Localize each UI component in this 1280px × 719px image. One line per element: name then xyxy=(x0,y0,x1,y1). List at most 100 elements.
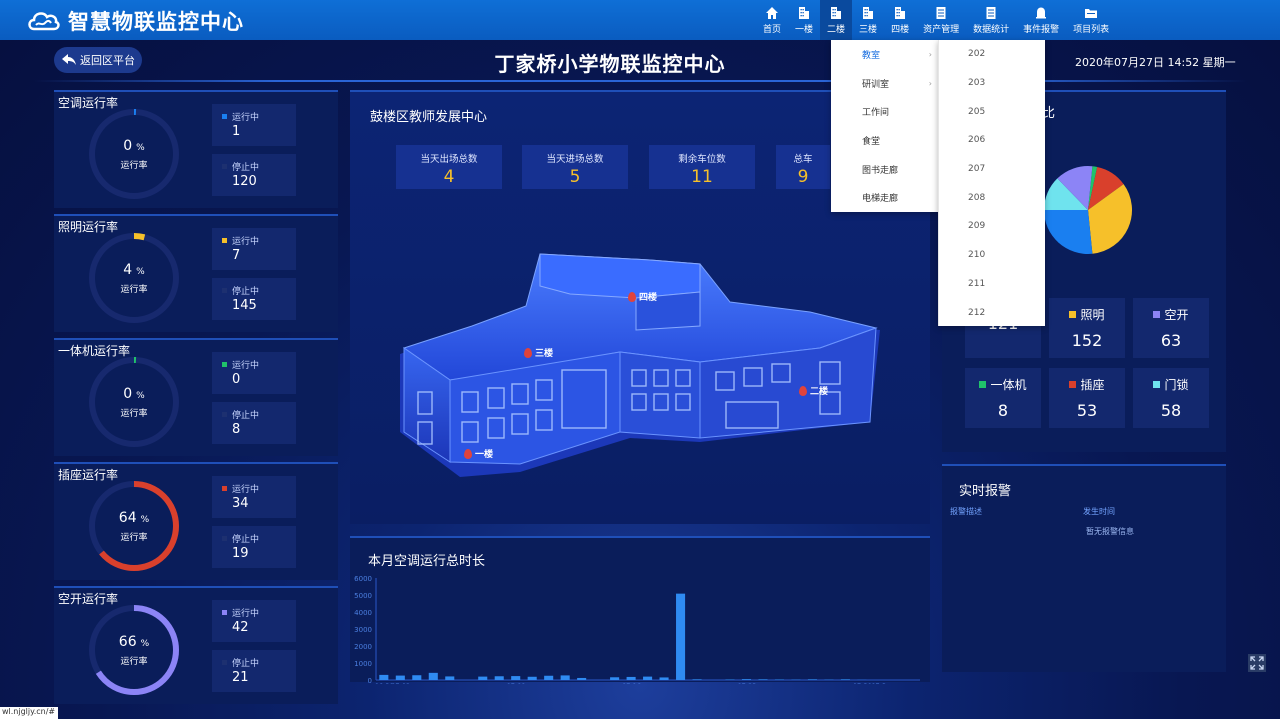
stopped-count: 19 xyxy=(232,546,249,561)
bar[interactable] xyxy=(692,679,702,680)
nav-item-1[interactable]: 一楼 xyxy=(788,0,820,40)
dropdown-item-4[interactable]: 图书走廊 xyxy=(831,155,938,184)
runtime-rate-ring xyxy=(89,233,179,323)
running-dot xyxy=(222,114,227,119)
stopped-count: 8 xyxy=(232,422,241,437)
bar[interactable] xyxy=(494,676,504,680)
datetime: 2020年07月27日 14:52 星期一 xyxy=(1075,56,1236,69)
map-pin-icon xyxy=(799,385,807,396)
bell-icon xyxy=(1036,7,1047,18)
nav-item-5[interactable]: 资产管理 xyxy=(916,0,966,40)
submenu-room-6[interactable]: 209 xyxy=(939,212,1045,241)
bar[interactable] xyxy=(478,676,488,680)
dropdown-item-5[interactable]: 电梯走廊 xyxy=(831,183,938,212)
bar[interactable] xyxy=(527,676,537,680)
x-tick-date: 07-23 xyxy=(737,682,756,684)
running-label: 运行中 xyxy=(232,485,260,495)
bar[interactable] xyxy=(610,677,620,680)
floor-marker-2[interactable]: 二楼 xyxy=(799,384,828,397)
bar[interactable] xyxy=(659,677,669,680)
bar[interactable] xyxy=(445,676,455,680)
dropdown-item-3[interactable]: 食堂 xyxy=(831,126,938,155)
bar[interactable] xyxy=(626,676,636,680)
floor-marker-4[interactable]: 四楼 xyxy=(628,290,657,303)
pie-slice[interactable] xyxy=(1044,210,1093,254)
runtime-rate-ring xyxy=(89,481,179,571)
dropdown-item-0[interactable]: 教室 › xyxy=(831,40,938,69)
stopped-label: 停止中 xyxy=(232,659,260,669)
running-label: 运行中 xyxy=(232,113,260,123)
bar[interactable] xyxy=(379,674,389,680)
nav-item-7[interactable]: 事件报警 xyxy=(1016,0,1066,40)
fullscreen-icon[interactable] xyxy=(1248,654,1266,672)
building-3d-model[interactable] xyxy=(400,242,880,482)
submenu-room-3[interactable]: 206 xyxy=(939,126,1045,155)
nav-item-label: 资产管理 xyxy=(923,24,960,35)
submenu-room-4[interactable]: 207 xyxy=(939,155,1045,184)
bar[interactable] xyxy=(544,675,554,680)
classroom-submenu: 202 203 205 206 207 208 209 210 211 212 xyxy=(938,40,1045,326)
runtime-panel-0: 空调运行率 0% 运行率 运行中 1 停止中 120 xyxy=(54,90,338,208)
bar[interactable] xyxy=(511,676,521,680)
stopped-dot xyxy=(222,412,227,417)
floor-marker-1[interactable]: 一楼 xyxy=(464,447,493,460)
runtime-rate-value: 0% xyxy=(123,138,145,154)
runtime-rate-label: 运行率 xyxy=(120,161,148,171)
nav-item-3[interactable]: 三楼 xyxy=(852,0,884,40)
bar[interactable] xyxy=(840,679,850,680)
y-tick-label: 6000 xyxy=(354,575,372,583)
nav-item-2[interactable]: 二楼 xyxy=(820,0,853,40)
document-icon xyxy=(936,6,946,19)
kpi-label: 当天进场总数 xyxy=(546,154,604,165)
nav-item-6[interactable]: 数据统计 xyxy=(966,0,1016,40)
runtime-rate-value: 64% xyxy=(118,510,150,526)
kpi-label: 总车 xyxy=(793,154,813,165)
chevron-right-icon: › xyxy=(928,49,932,59)
bar[interactable] xyxy=(807,679,817,680)
runtime-panel-1: 照明运行率 4% 运行率 运行中 7 停止中 145 xyxy=(54,214,338,332)
bar[interactable] xyxy=(412,675,422,680)
bar[interactable] xyxy=(758,679,768,680)
runtime-rate-value: 0% xyxy=(123,386,145,402)
floor-marker-3[interactable]: 三楼 xyxy=(524,346,553,359)
ac-runtime-bar-chart: 010002000300040005000600006-30202007-022… xyxy=(354,575,920,684)
submenu-room-7[interactable]: 210 xyxy=(939,241,1045,270)
bar[interactable] xyxy=(428,672,438,680)
device-category-value: 8 xyxy=(997,401,1009,420)
runtime-rate-ring xyxy=(89,605,179,695)
dropdown-item-2[interactable]: 工作间 xyxy=(831,97,938,126)
bar[interactable] xyxy=(577,677,587,680)
back-to-district-button[interactable]: 返回区平台 xyxy=(54,47,142,73)
header-divider xyxy=(34,80,1246,82)
running-count-box: 运行中 7 xyxy=(212,228,296,270)
device-category-label: 照明 xyxy=(1049,306,1125,323)
submenu-room-8[interactable]: 211 xyxy=(939,270,1045,299)
stopped-count-box: 停止中 8 xyxy=(212,402,296,444)
nav-item-4[interactable]: 四楼 xyxy=(884,0,916,40)
submenu-room-9[interactable]: 212 xyxy=(939,298,1045,327)
runtime-panel-3: 插座运行率 64% 运行率 运行中 34 停止中 19 xyxy=(54,462,338,580)
bar[interactable] xyxy=(676,593,686,680)
running-count: 0 xyxy=(232,372,241,387)
x-tick-date: 07-3 xyxy=(871,682,886,684)
submenu-room-5[interactable]: 208 xyxy=(939,183,1045,212)
bar[interactable] xyxy=(725,679,735,680)
runtime-rate-label: 运行率 xyxy=(120,285,148,295)
bar[interactable] xyxy=(560,675,570,680)
running-dot xyxy=(222,362,227,367)
bar[interactable] xyxy=(643,676,653,680)
dropdown-item-1[interactable]: 研训室 › xyxy=(831,69,938,98)
submenu-room-1[interactable]: 203 xyxy=(939,69,1045,98)
nav-item-0[interactable]: 首页 xyxy=(756,0,788,40)
device-category-card: 空开 63 xyxy=(1133,298,1209,358)
nav-item-8[interactable]: 项目列表 xyxy=(1066,0,1116,40)
submenu-room-2[interactable]: 205 xyxy=(939,97,1045,126)
bar[interactable] xyxy=(741,679,752,680)
running-count-box: 运行中 1 xyxy=(212,104,296,146)
submenu-room-0[interactable]: 202 xyxy=(939,40,1045,69)
y-tick-label: 3000 xyxy=(354,626,372,634)
bar[interactable] xyxy=(395,675,405,680)
nav-item-label: 三楼 xyxy=(859,24,878,35)
bar[interactable] xyxy=(774,679,784,680)
kpi-value: 11 xyxy=(691,167,713,187)
